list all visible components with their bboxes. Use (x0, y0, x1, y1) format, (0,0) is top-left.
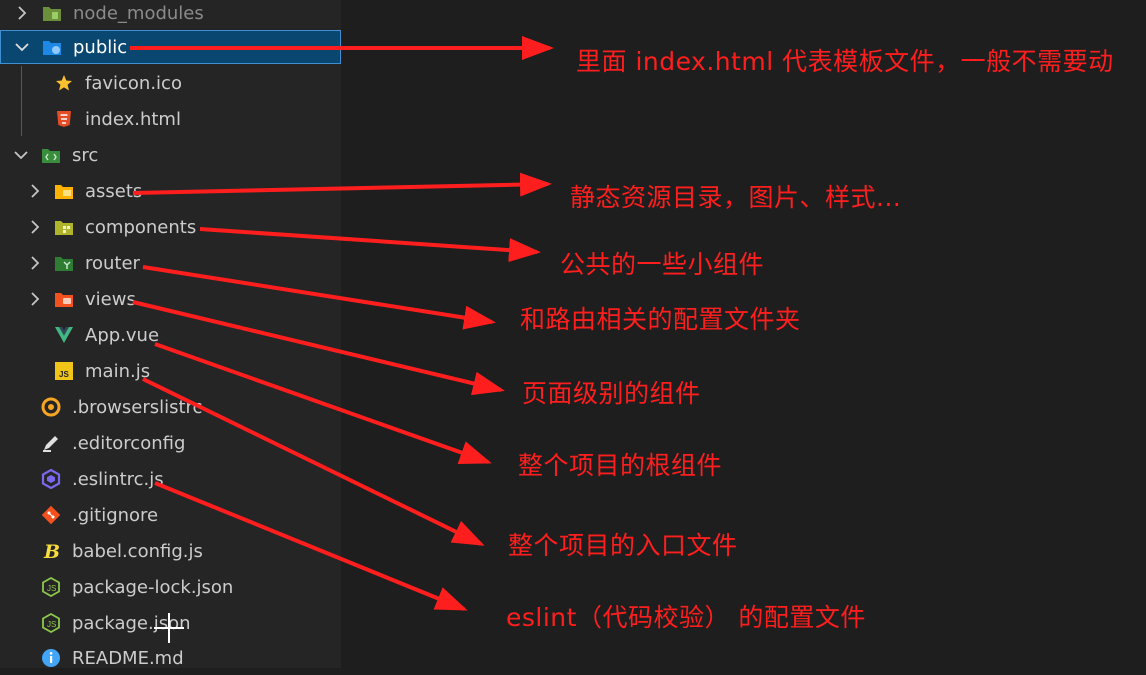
crosshair-cursor-icon (154, 613, 184, 643)
annotation-app-vue: 整个项目的根组件 (518, 451, 723, 480)
annotation-arrow-app-vue (154, 342, 492, 464)
annotation-assets: 静态资源目录，图片、样式... (570, 183, 902, 212)
annotation-router: 和路由相关的配置文件夹 (520, 305, 801, 334)
annotation-arrow-assets (132, 172, 552, 197)
annotation-arrow-router (142, 265, 496, 330)
annotation-arrow-eslintrc (154, 481, 468, 611)
annotation-components: 公共的一些小组件 (560, 250, 765, 279)
annotation-eslintrc: eslint（代码校验） 的配置文件 (506, 603, 866, 632)
annotation-main-js: 整个项目的入口文件 (508, 531, 738, 560)
annotation-arrow-components (199, 227, 541, 263)
annotation-public: 里面 index.html 代表模板文件，一般不需要动 (576, 47, 1114, 76)
annotation-views: 页面级别的组件 (522, 379, 701, 408)
annotation-arrow-main-js (142, 377, 485, 546)
